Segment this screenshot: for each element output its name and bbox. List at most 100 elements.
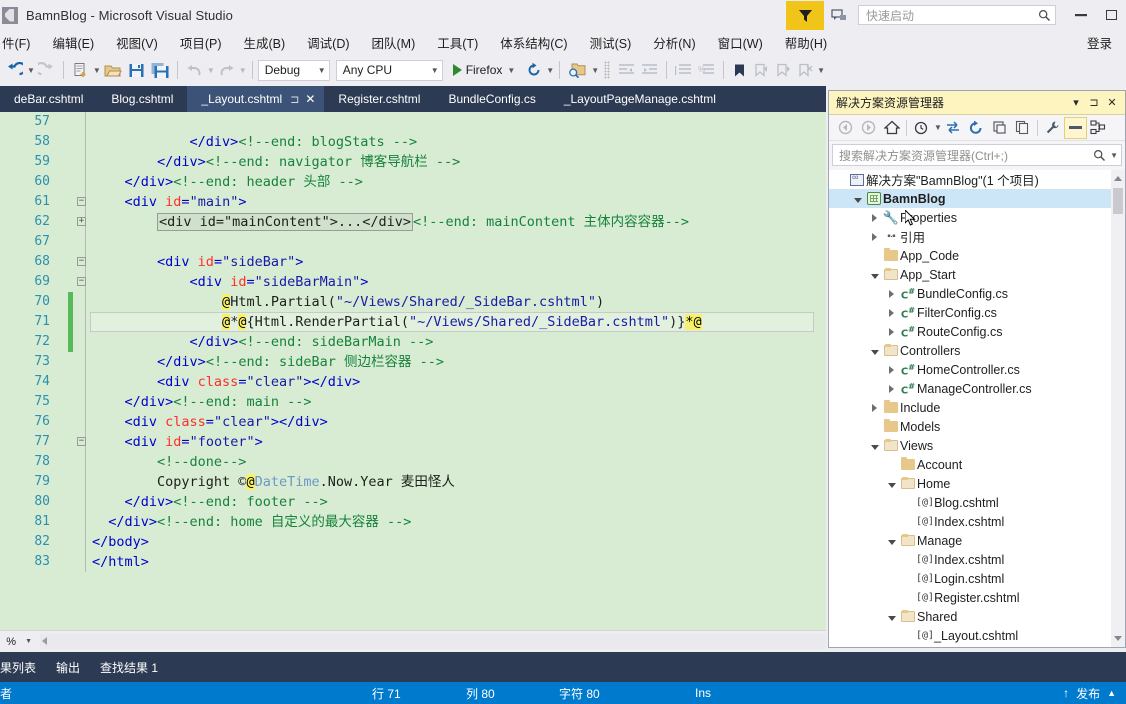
tree-item-app_start[interactable]: App_Start — [829, 265, 1125, 284]
solution-platform-combo[interactable]: Any CPU ▼ — [335, 59, 443, 81]
bottom-tab-output[interactable]: 输出 — [46, 659, 90, 676]
expand-region-icon[interactable]: + — [77, 217, 86, 226]
menu-architecture[interactable]: 体系结构(C) — [489, 30, 578, 55]
code-line[interactable]: 78 <!--done--> — [0, 452, 826, 472]
code-line[interactable]: 79 Copyright ©@DateTime.Now.Year 麦田怪人 — [0, 472, 826, 492]
find-in-files-icon[interactable] — [565, 58, 590, 82]
menu-window[interactable]: 窗口(W) — [707, 30, 774, 55]
menu-file[interactable]: 件(F) — [0, 30, 41, 55]
code-line[interactable]: 81 </div><!--end: home 自定义的最大容器 --> — [0, 512, 826, 532]
bottom-tab-error-list[interactable]: 果列表 — [0, 659, 46, 676]
tree-item-routeconfig.cs[interactable]: C# RouteConfig.cs — [829, 322, 1125, 341]
back-icon[interactable] — [834, 117, 857, 139]
pending-changes-dropdown[interactable]: ▼ — [934, 123, 942, 132]
tree-item-shared[interactable]: Shared — [829, 607, 1125, 626]
save-icon[interactable] — [125, 58, 148, 82]
start-debug-button[interactable]: Firefox ▼ — [449, 63, 520, 77]
code-line[interactable]: 71 @ *@ {Html.RenderPartial("~/Views/Share… — [0, 312, 826, 332]
navigate-backward-icon[interactable] — [3, 58, 26, 82]
uncomment-icon[interactable]: % — [695, 58, 718, 82]
indent-icon[interactable] — [638, 58, 661, 82]
minimize-button[interactable] — [1066, 1, 1096, 29]
tab-bundleconfig-cs[interactable]: BundleConfig.cs — [434, 86, 549, 112]
code-editor[interactable]: 57 58 </div><!--end: blogStats --> 59 </di… — [0, 112, 826, 630]
clear-bookmarks-icon[interactable] — [794, 58, 816, 82]
tree-item--[interactable]: ▪·▪ 引用 — [829, 227, 1125, 246]
code-line[interactable]: 68 − <div id="sideBar"> — [0, 252, 826, 272]
chevron-down-icon[interactable]: ▾ — [1067, 96, 1085, 109]
code-line[interactable]: 69 − <div id="sideBarMain"> — [0, 272, 826, 292]
menu-analyze[interactable]: 分析(N) — [642, 30, 706, 55]
preview-selected-items-icon[interactable] — [1063, 116, 1087, 139]
tree-item-account[interactable]: Account — [829, 455, 1125, 474]
next-bookmark-icon[interactable] — [772, 58, 794, 82]
solution-explorer-scrollbar[interactable] — [1111, 170, 1125, 647]
chevron-right-icon[interactable] — [867, 401, 882, 415]
collapse-region-icon[interactable]: − — [77, 257, 86, 266]
tree-item-views[interactable]: Views — [829, 436, 1125, 455]
code-line[interactable]: 83 </html> — [0, 552, 826, 572]
code-line[interactable]: 59 </div><!--end: navigator 博客导航栏 --> — [0, 152, 826, 172]
quick-launch-search[interactable]: 快速启动 — [858, 5, 1056, 25]
home-icon[interactable] — [880, 117, 903, 139]
tree-item-blog.cshtml[interactable]: [@] Blog.cshtml — [829, 493, 1125, 512]
menu-project[interactable]: 项目(P) — [169, 30, 233, 55]
chevron-down-icon[interactable] — [867, 268, 882, 282]
menu-build[interactable]: 生成(B) — [232, 30, 296, 55]
code-line[interactable]: 82 </body> — [0, 532, 826, 552]
forward-icon[interactable] — [857, 117, 880, 139]
tree-item-home[interactable]: Home — [829, 474, 1125, 493]
menu-test[interactable]: 测试(S) — [579, 30, 643, 55]
collapse-region-icon[interactable]: − — [77, 197, 86, 206]
code-line[interactable]: 73 </div><!--end: sideBar 侧边栏容器 --> — [0, 352, 826, 372]
tree-item--bamnblog-1-[interactable]: 解决方案"BamnBlog"(1 个项目) — [829, 170, 1125, 189]
chevron-right-icon[interactable] — [867, 211, 882, 225]
pin-icon[interactable]: ⊐ — [290, 93, 299, 106]
redo-dropdown[interactable]: ▼ — [239, 66, 247, 75]
scroll-up-arrow-icon[interactable] — [1114, 176, 1122, 181]
solution-explorer-search-input[interactable]: 搜索解决方案资源管理器(Ctrl+;) ▼ — [832, 144, 1122, 166]
menu-debug[interactable]: 调试(D) — [296, 30, 360, 55]
tree-item-models[interactable]: Models — [829, 417, 1125, 436]
close-icon[interactable]: ✕ — [1103, 96, 1121, 109]
code-line[interactable]: 57 — [0, 112, 826, 132]
tree-item-include[interactable]: Include — [829, 398, 1125, 417]
comment-icon[interactable] — [672, 58, 695, 82]
collapse-region-icon[interactable]: − — [77, 277, 86, 286]
refresh-dropdown[interactable]: ▼ — [546, 66, 554, 75]
tab-register-cshtml[interactable]: Register.cshtml — [324, 86, 434, 112]
refresh-icon[interactable] — [965, 117, 988, 139]
tree-item-managecontroller.cs[interactable]: C# ManageController.cs — [829, 379, 1125, 398]
search-options-dropdown[interactable]: ▼ — [1107, 151, 1118, 160]
chevron-right-icon[interactable] — [884, 306, 899, 320]
code-line[interactable]: 61 − <div id="main"> — [0, 192, 826, 212]
tree-item-index.cshtml[interactable]: [@] Index.cshtml — [829, 512, 1125, 531]
refresh-icon[interactable] — [523, 58, 545, 82]
save-all-icon[interactable] — [148, 58, 172, 82]
chevron-right-icon[interactable] — [867, 230, 882, 244]
publish-status-group[interactable]: ↑ 发布 ▲ — [1063, 685, 1116, 702]
pending-changes-filter-icon[interactable] — [910, 117, 933, 139]
send-feedback-icon[interactable] — [824, 1, 854, 30]
tree-item-filterconfig.cs[interactable]: C# FilterConfig.cs — [829, 303, 1125, 322]
find-dropdown[interactable]: ▼ — [591, 66, 599, 75]
code-line[interactable]: 76 <div class="clear"></div> — [0, 412, 826, 432]
editor-horizontal-scrollbar[interactable] — [40, 634, 826, 649]
menu-edit[interactable]: 编辑(E) — [41, 30, 105, 55]
code-line[interactable]: 75 </div><!--end: main --> — [0, 392, 826, 412]
navigate-forward-icon[interactable] — [35, 58, 58, 82]
code-line[interactable]: 60 </div><!--end: header 头部 --> — [0, 172, 826, 192]
code-line[interactable]: 70 @Html.Partial("~/Views/Shared/_SideBa… — [0, 292, 826, 312]
tree-item-app_code[interactable]: App_Code — [829, 246, 1125, 265]
new-item-icon[interactable] — [69, 58, 92, 82]
tree-item-manage[interactable]: Manage — [829, 531, 1125, 550]
previous-bookmark-icon[interactable] — [750, 58, 772, 82]
tab-layout-cshtml[interactable]: _Layout.cshtml ⊐ ✕ — [187, 86, 325, 112]
menu-tools[interactable]: 工具(T) — [426, 30, 489, 55]
chevron-right-icon[interactable] — [884, 382, 899, 396]
solution-explorer-tree[interactable]: 解决方案"BamnBlog"(1 个项目) BamnBlog 🔧Properties… — [829, 170, 1125, 647]
tree-item-register.cshtml[interactable]: [@] Register.cshtml — [829, 588, 1125, 607]
chevron-down-icon[interactable] — [884, 534, 899, 548]
menu-help[interactable]: 帮助(H) — [774, 30, 838, 55]
scroll-left-arrow-icon[interactable] — [42, 637, 47, 645]
